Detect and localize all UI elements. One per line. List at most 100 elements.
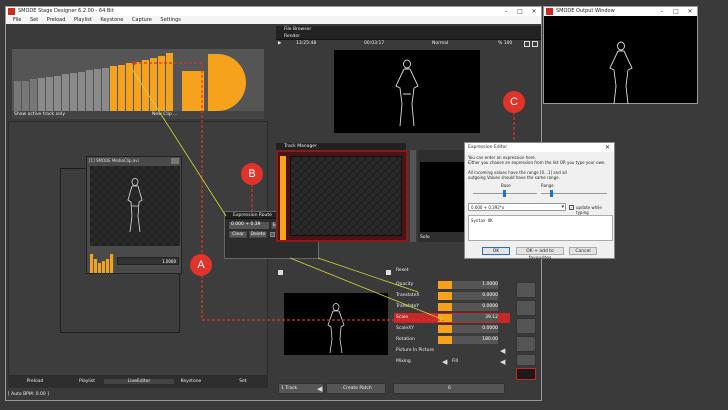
tab-set[interactable]: Set [208, 379, 278, 384]
property-label: TranslateX [396, 293, 420, 298]
track-manager-side: Solo [418, 150, 466, 242]
clip-level-bar[interactable] [126, 63, 134, 111]
track-prev-icon[interactable]: ◀ [317, 385, 322, 393]
file-browser-header[interactable]: File Browser [276, 26, 541, 33]
record-button[interactable] [516, 368, 536, 380]
callout-c: C [503, 91, 525, 113]
side-button-1[interactable] [516, 282, 536, 298]
clip-level-bar[interactable] [14, 80, 22, 111]
clip-bank-footer: Show active track only New Clip ... [12, 111, 264, 119]
expression-route-field[interactable]: 0.000 + 0.39 [229, 222, 269, 229]
output-maximize-button[interactable]: □ [669, 7, 683, 16]
render-fullscreen-icon[interactable] [524, 41, 530, 47]
properties-panel: Reset Opacity 1.0000 TranslateX 0.0000 Trans… [394, 265, 510, 385]
property-slider-fill [438, 292, 452, 300]
menu-playlist[interactable]: Playlist [74, 17, 92, 23]
new-clip-button[interactable]: New Clip ... [152, 112, 177, 117]
output-close-button[interactable]: ✕ [683, 7, 697, 16]
menu-set[interactable]: Set [30, 17, 38, 23]
clip-level-bar[interactable] [38, 78, 46, 111]
editor-line-4: outgoing Values should have the same ran… [468, 175, 560, 180]
preview-left-handle[interactable] [278, 270, 283, 275]
clip-level-bar[interactable] [118, 65, 126, 111]
update-checkbox[interactable]: ✓ [569, 205, 574, 210]
syntax-box: Syntax OK [468, 215, 613, 241]
property-row[interactable]: TranslateY 0.0000 [394, 302, 510, 312]
clip-level-bar[interactable] [166, 53, 174, 111]
side-button-5[interactable] [516, 354, 536, 366]
clip-level-bar[interactable] [142, 60, 150, 111]
ok-add-favourites-button[interactable]: OK + add to favourites [516, 247, 564, 261]
clip-level-bar[interactable] [46, 76, 54, 111]
output-minimize-button[interactable]: – [655, 7, 669, 16]
render-time-mid: 00:03:17 [364, 41, 385, 46]
clip-level-bar[interactable] [94, 68, 102, 111]
expression-clear-button[interactable]: Clear [229, 231, 247, 238]
side-button-4[interactable] [516, 336, 536, 352]
output-logo [546, 8, 553, 15]
pause-checkbox[interactable] [270, 232, 275, 237]
app-logo [8, 8, 15, 15]
property-row[interactable]: Opacity 1.0000 [394, 280, 510, 290]
clip-level-bar[interactable] [54, 75, 62, 111]
ok-button[interactable]: OK [482, 247, 510, 255]
clip-level-bar[interactable] [134, 62, 142, 111]
menu-settings[interactable]: Settings [160, 17, 181, 23]
maximize-button[interactable]: □ [513, 7, 527, 16]
preview-right-handle[interactable] [386, 270, 391, 275]
menu-capture[interactable]: Capture [132, 17, 152, 23]
expression-select[interactable]: 0.000 + 0.392*x ▾ [468, 203, 566, 211]
property-row[interactable]: TranslateX 0.0000 [394, 291, 510, 301]
minimize-button[interactable]: – [499, 7, 513, 16]
mixing-label: Mixing [396, 359, 411, 364]
track-scrollbar[interactable] [410, 150, 416, 242]
clip-level-bar[interactable] [110, 66, 118, 111]
side-button-3[interactable] [516, 318, 536, 334]
mixing-arrow-right-icon[interactable]: ◀ [500, 358, 505, 366]
property-row[interactable]: Rotation 180.00 [394, 335, 510, 345]
expression-editor-close[interactable]: ✕ [605, 144, 610, 151]
clip-level-bars [14, 49, 179, 111]
cancel-button[interactable]: Cancel [569, 247, 597, 255]
solo-label: Solo [420, 235, 430, 240]
callout-b: B [241, 163, 263, 185]
show-active-track-label[interactable]: Show active track only [14, 112, 65, 117]
clip-level-bar[interactable] [22, 80, 30, 111]
menu-keystone[interactable]: Keystone [100, 17, 123, 23]
clip-slot-orange[interactable] [182, 71, 204, 111]
clip-level-bar[interactable] [70, 73, 78, 111]
clip-level-bar[interactable] [102, 67, 110, 111]
range-slider-thumb[interactable] [550, 190, 553, 197]
render-panel: Render ▶ 13:25:48 00:03:17 Normal % 100 [276, 33, 541, 143]
base-slider-thumb[interactable] [503, 190, 506, 197]
create-patch-button[interactable]: Create Patch [326, 383, 386, 394]
menu-file[interactable]: File [13, 17, 21, 23]
render-transport: ▶ 13:25:48 00:03:17 Normal % 100 [276, 40, 541, 48]
clip-level-bar[interactable] [86, 70, 94, 111]
clip-level-bar[interactable] [158, 55, 166, 111]
render-expand-icon[interactable] [532, 41, 538, 47]
clip-level-bar[interactable] [30, 79, 38, 111]
track-manager-header[interactable]: Track Manager [276, 143, 406, 150]
expression-delete-button[interactable]: Delete [249, 231, 267, 238]
property-value: 1.0000 [482, 282, 498, 287]
reset-label[interactable]: Reset [396, 268, 409, 273]
clip-preview-slider[interactable]: 1.0000 [117, 257, 179, 265]
clip-level-bar[interactable] [150, 58, 158, 111]
clip-preview-close[interactable] [171, 158, 179, 164]
play-icon[interactable]: ▶ [278, 41, 281, 46]
mixing-arrow-icon[interactable]: ◀ [442, 358, 447, 366]
mixing-value[interactable]: Fill [452, 359, 458, 364]
menu-preload[interactable]: Preload [47, 17, 66, 23]
clip-level-bar[interactable] [62, 74, 70, 111]
close-button[interactable]: ✕ [527, 7, 541, 16]
expression-select-value: 0.000 + 0.392*x [471, 205, 505, 210]
side-button-2[interactable] [516, 300, 536, 316]
property-row[interactable]: ScaleXY 0.0000 [394, 324, 510, 334]
pip-arrow-icon[interactable]: ◀ [500, 347, 505, 355]
property-row[interactable]: Scale 39.12 [394, 313, 510, 323]
clip-level-bar[interactable] [78, 71, 86, 111]
clip-slot-halfcircle[interactable] [208, 54, 246, 111]
track-count-button[interactable]: 1 Track ◀ [278, 383, 324, 394]
count-value: 6 [448, 386, 451, 391]
